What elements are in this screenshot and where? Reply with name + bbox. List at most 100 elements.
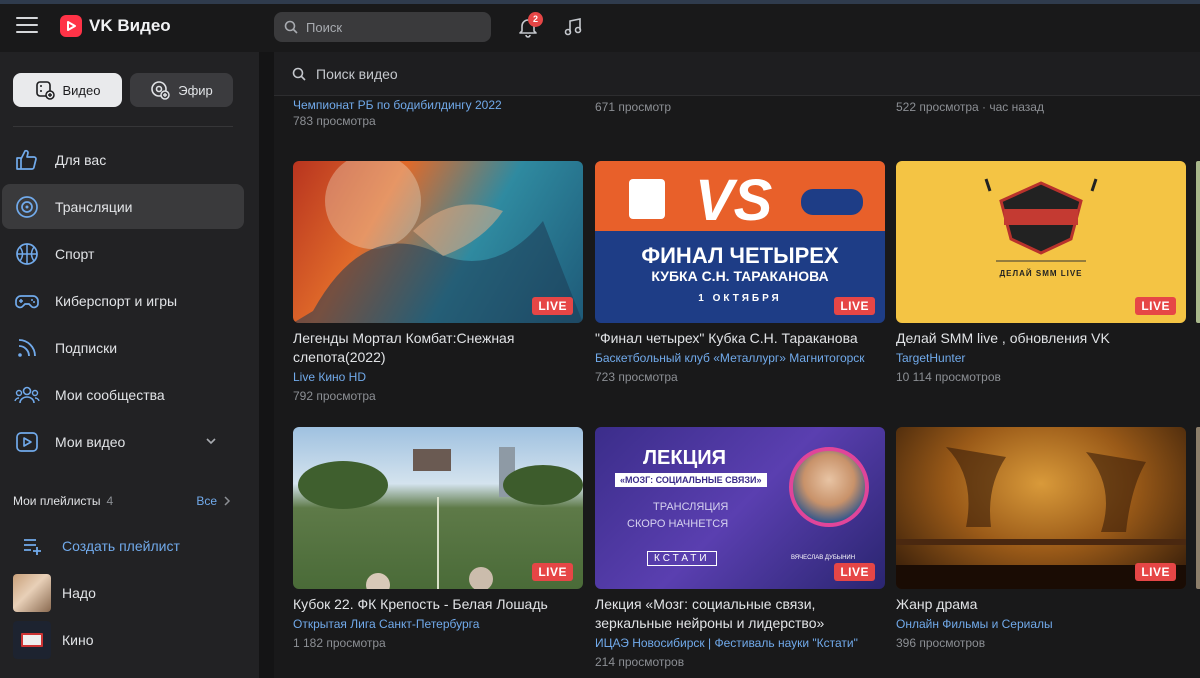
- live-badge: LIVE: [1135, 563, 1176, 581]
- playlists-all-link[interactable]: Все: [196, 494, 233, 508]
- thumbnail-text: ДЕЛАЙ SMM LIVE: [999, 269, 1083, 278]
- top-bar: VK Видео 2: [0, 4, 1200, 52]
- create-playlist-button[interactable]: Создать плейлист: [13, 527, 243, 565]
- video-card[interactable]: LIVE Кубок 22. ФК Крепость - Белая Лошад…: [293, 427, 583, 652]
- playlist-item[interactable]: Кино: [13, 621, 243, 659]
- thumbs-up-icon: [16, 149, 37, 170]
- sidebar-item-esports[interactable]: Киберспорт и игры: [2, 278, 244, 323]
- sidebar-item-sport[interactable]: Спорт: [2, 231, 244, 276]
- view-count: 671 просмотр: [595, 100, 672, 114]
- video-thumbnail[interactable]: ЛЕКЦИЯ «МОЗГ: СОЦИАЛЬНЫЕ СВЯЗИ» ТРАНСЛЯЦ…: [595, 427, 885, 589]
- sidebar-gutter: [259, 52, 274, 678]
- tab-live-label: Эфир: [178, 82, 213, 98]
- sidebar-item-label: Трансляции: [55, 198, 133, 215]
- live-badge: LIVE: [1135, 297, 1176, 315]
- vk-video-logo-icon: [60, 15, 82, 37]
- sidebar-item-my-videos[interactable]: Мои видео: [2, 419, 244, 464]
- view-count: 10 114 просмотров: [896, 370, 1001, 384]
- channel-link[interactable]: Баскетбольный клуб «Металлург» Магнитого…: [595, 349, 885, 367]
- playlists-header: Мои плейлисты 4 Все: [13, 494, 233, 508]
- playlist-label: Надо: [62, 585, 96, 601]
- thumbnail-logo-left: [629, 179, 665, 219]
- header-search-input[interactable]: [306, 19, 476, 35]
- video-search-placeholder: Поиск видео: [316, 65, 398, 82]
- video-title[interactable]: Делай SMM live , обновления VK: [896, 329, 1186, 348]
- music-note-icon[interactable]: [562, 16, 584, 38]
- video-card[interactable]: LIVE Легенды Мортал Комбат:Снежная слепо…: [293, 161, 583, 405]
- thumbnail-text: «МОЗГ: СОЦИАЛЬНЫЕ СВЯЗИ»: [615, 473, 767, 487]
- thumbnail-logo-right: [801, 189, 863, 215]
- users-icon: [14, 386, 40, 403]
- broadcast-icon: [16, 195, 38, 218]
- app-title: VK Видео: [89, 16, 171, 35]
- video-icon: [16, 431, 38, 452]
- thumbnail-text: ФИНАЛ ЧЕТЫРЕХ: [641, 243, 839, 268]
- view-count: 1 182 просмотра: [293, 636, 386, 650]
- video-tab-icon: [35, 81, 55, 100]
- channel-link[interactable]: Открытая Лига Санкт-Петербурга: [293, 615, 583, 633]
- thumbnail-text: КУБКА С.Н. ТАРАКАНОВА: [651, 268, 829, 284]
- video-title[interactable]: Легенды Мортал Комбат:Снежная слепота(20…: [293, 329, 583, 367]
- sidebar-item-label: Киберспорт и игры: [55, 292, 178, 309]
- video-title[interactable]: "Финал четырех" Кубка С.Н. Тараканова: [595, 329, 885, 348]
- thumbnail-text: СКОРО НАЧНЕТСЯ: [627, 518, 729, 530]
- view-count: 214 просмотров: [595, 655, 685, 669]
- notifications-badge: 2: [528, 12, 543, 27]
- channel-link[interactable]: ИЦАЭ Новосибирск | Фестиваль науки "Кста…: [595, 634, 885, 652]
- sidebar-item-for-you[interactable]: Для вас: [2, 137, 244, 182]
- next-card-edge: [1196, 161, 1200, 323]
- video-thumbnail[interactable]: VS ФИНАЛ ЧЕТЫРЕХ КУБКА С.Н. ТАРАКАНОВА 1…: [595, 161, 885, 323]
- playlists-count: 4: [106, 494, 114, 508]
- live-badge: LIVE: [834, 297, 875, 315]
- chevron-down-icon[interactable]: [205, 435, 217, 447]
- tab-video[interactable]: Видео: [13, 73, 122, 107]
- video-thumbnail[interactable]: ДЕЛАЙ SMM LIVE LIVE: [896, 161, 1186, 323]
- broadcast-tab-icon: [151, 81, 170, 100]
- sidebar-item-broadcasts[interactable]: Трансляции: [2, 184, 244, 229]
- video-thumbnail[interactable]: LIVE: [896, 427, 1186, 589]
- video-card[interactable]: LIVE Жанр драма Онлайн Фильмы и Сериалы …: [896, 427, 1186, 652]
- channel-link[interactable]: TargetHunter: [896, 349, 1186, 367]
- channel-link[interactable]: Онлайн Фильмы и Сериалы: [896, 615, 1186, 633]
- app-logo[interactable]: VK Видео: [60, 15, 171, 37]
- channel-link[interactable]: Чемпионат РБ по бодибилдингу 2022: [293, 98, 502, 112]
- channel-link[interactable]: Live Кино HD: [293, 368, 583, 386]
- video-title[interactable]: Лекция «Мозг: социальные связи, зеркальн…: [595, 595, 885, 633]
- menu-icon[interactable]: [16, 17, 38, 37]
- thumbnail-text: КСТАТИ: [647, 551, 717, 566]
- sidebar-item-label: Мои видео: [55, 433, 126, 450]
- video-title[interactable]: Жанр драма: [896, 595, 1186, 614]
- thumbnail-text: ЛЕКЦИЯ: [643, 447, 726, 469]
- sidebar-item-communities[interactable]: Мои сообщества: [2, 372, 244, 417]
- video-card[interactable]: ЛЕКЦИЯ «МОЗГ: СОЦИАЛЬНЫЕ СВЯЗИ» ТРАНСЛЯЦ…: [595, 427, 885, 671]
- video-title[interactable]: Кубок 22. ФК Крепость - Белая Лошадь: [293, 595, 583, 614]
- video-search[interactable]: Поиск видео: [274, 52, 1200, 96]
- video-thumbnail[interactable]: LIVE: [293, 161, 583, 323]
- playlist-item[interactable]: Надо: [13, 574, 243, 612]
- video-card[interactable]: VS ФИНАЛ ЧЕТЫРЕХ КУБКА С.Н. ТАРАКАНОВА 1…: [595, 161, 885, 386]
- rss-icon: [18, 338, 36, 357]
- speaker-photo: [789, 447, 869, 527]
- sidebar-item-label: Для вас: [55, 151, 107, 168]
- gamepad-icon: [15, 294, 39, 308]
- playlist-label: Кино: [62, 632, 94, 648]
- playlist-add-icon: [13, 527, 51, 565]
- playlists-all-label: Все: [196, 494, 217, 508]
- view-count: 792 просмотра: [293, 389, 376, 403]
- video-thumbnail[interactable]: LIVE: [293, 427, 583, 589]
- sidebar-item-subscriptions[interactable]: Подписки: [2, 325, 244, 370]
- partial-video-card[interactable]: 671 просмотр: [595, 100, 671, 114]
- tab-live[interactable]: Эфир: [130, 73, 233, 107]
- sidebar-item-label: Спорт: [55, 245, 95, 262]
- view-count: 396 просмотров: [896, 636, 986, 650]
- video-card[interactable]: ДЕЛАЙ SMM LIVE LIVE Делай SMM live , обн…: [896, 161, 1186, 386]
- playlist-thumbnail: [13, 621, 51, 659]
- tab-video-label: Видео: [62, 82, 101, 98]
- chevron-right-icon: [224, 496, 231, 506]
- basketball-icon: [16, 242, 38, 265]
- partial-video-card[interactable]: 522 просмотра · час назад: [896, 100, 1044, 114]
- view-count: 783 просмотра: [293, 114, 376, 128]
- partial-video-card[interactable]: Чемпионат РБ по бодибилдингу 2022 783 пр…: [293, 98, 502, 128]
- header-search[interactable]: [274, 12, 491, 42]
- thumbnail-text: ТРАНСЛЯЦИЯ: [653, 501, 729, 513]
